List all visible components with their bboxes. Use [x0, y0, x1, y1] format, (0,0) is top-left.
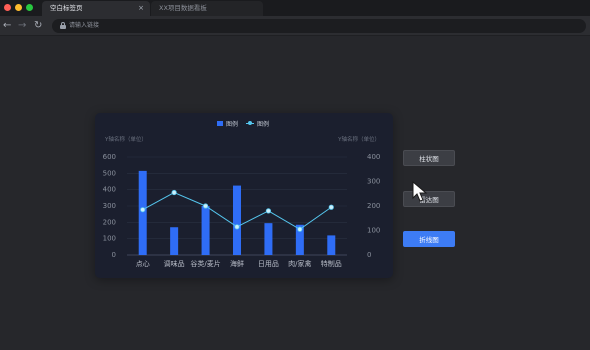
x-tick-label: 肉/家禽: [288, 259, 311, 268]
address-bar[interactable]: 请输入链接: [52, 19, 586, 33]
combo-chart: 0 100 200 300 400 500 600 0 100 200 300 400 点心 调味品 谷类/…: [103, 153, 381, 268]
y-tick-label: 300: [103, 202, 116, 210]
line-point: [171, 189, 177, 196]
y2-tick-label: 0: [367, 251, 371, 259]
minimize-window-button[interactable]: [15, 4, 22, 11]
window-controls: [4, 4, 33, 11]
x-tick-label: 海鲜: [230, 259, 244, 268]
close-tab-icon[interactable]: ×: [138, 1, 144, 16]
maximize-window-button[interactable]: [26, 4, 33, 11]
y-tick-label: 400: [103, 186, 116, 194]
y2-tick-label: 100: [367, 227, 380, 235]
tab-label: XX项目数据看板: [159, 4, 207, 12]
y-tick-label: 500: [103, 169, 116, 177]
reload-icon[interactable]: ↻: [34, 19, 42, 33]
line-point: [202, 203, 209, 209]
y2-tick-label: 200: [367, 202, 380, 210]
tab-label: 空白标签页: [50, 4, 83, 12]
bar: [138, 170, 147, 255]
chart-card: 图例 图例 Y轴名称（单位） Y轴名称（单位） 0 100 200 300 400 500…: [95, 113, 393, 278]
y-tick-label: 200: [103, 218, 116, 226]
line-point: [234, 224, 240, 230]
x-tick-label: 特制品: [321, 259, 342, 268]
y2-tick-label: 400: [367, 153, 380, 161]
tab-blank[interactable]: 空白标签页 ×: [42, 1, 150, 16]
back-arrow-icon[interactable]: ←: [3, 19, 11, 33]
line-point: [140, 207, 146, 213]
x-tick-label: 日用品: [258, 260, 279, 268]
bar: [233, 185, 241, 255]
tab-project-dashboard[interactable]: XX项目数据看板: [151, 1, 263, 16]
bar-chart-button[interactable]: 柱状图: [403, 150, 455, 166]
x-tick-label: 调味品: [164, 259, 185, 268]
line-point: [328, 204, 334, 210]
x-tick-label: 点心: [136, 260, 150, 268]
mouse-cursor-icon: [412, 181, 428, 202]
title-bar: 空白标签页 × XX项目数据看板: [0, 0, 590, 16]
y-tick-label: 0: [112, 251, 116, 259]
close-window-button[interactable]: [4, 4, 11, 11]
line-point: [265, 208, 272, 214]
y-tick-label: 600: [103, 153, 116, 161]
x-tick-label: 谷类/麦片: [190, 259, 220, 268]
bar: [327, 235, 336, 255]
browser-toolbar: ← → ↻ 请输入链接: [0, 16, 590, 36]
bar: [170, 227, 179, 255]
lock-icon: [60, 22, 66, 29]
address-placeholder: 请输入链接: [69, 22, 100, 29]
y2-tick-label: 300: [367, 178, 380, 186]
forward-arrow-icon[interactable]: →: [18, 19, 26, 33]
line-chart-button[interactable]: 折线图: [403, 231, 455, 247]
bar: [264, 223, 273, 255]
y-tick-label: 100: [103, 235, 116, 243]
bar: [201, 206, 210, 255]
line-point: [297, 226, 303, 232]
